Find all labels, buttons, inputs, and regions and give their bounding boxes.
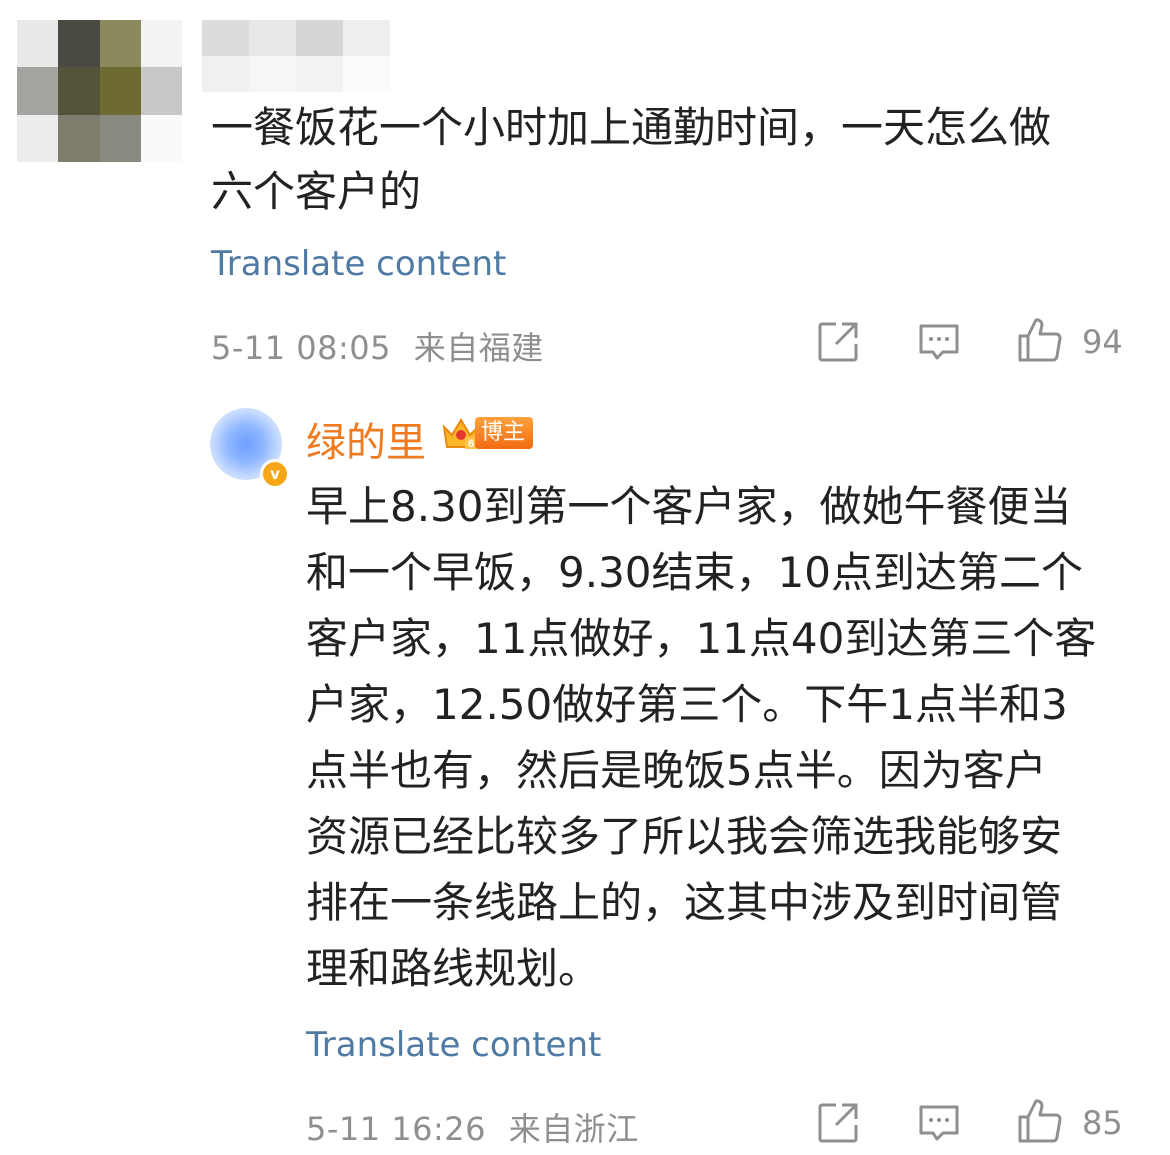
avatar-pixel: [58, 67, 100, 115]
avatar-pixel: [99, 114, 141, 162]
comment-meta: 5-11 08:05 来自福建: [211, 323, 544, 369]
translate-link[interactable]: Translate content: [306, 1025, 601, 1065]
reply-text-line: 早上8.30到第一个客户家，做她午餐便当: [306, 482, 1072, 531]
name-pixel: [296, 20, 343, 56]
name-pixel: [202, 56, 249, 92]
commenter-avatar-pixelated[interactable]: [17, 20, 182, 162]
location: 来自浙江: [508, 1110, 639, 1148]
share-icon: [818, 1103, 858, 1143]
location: 来自福建: [413, 329, 544, 367]
thumbs-up-icon: [1018, 318, 1062, 362]
name-pixel: [202, 20, 249, 56]
name-pixel: [343, 20, 390, 56]
avatar-pixel: [58, 114, 100, 162]
replier-name[interactable]: 绿的里: [306, 410, 426, 468]
reply-text-line: 点半也有，然后是晚饭5点半。因为客户: [306, 746, 1047, 795]
share-icon: [818, 322, 858, 362]
share-button[interactable]: [814, 318, 862, 366]
like-count: 85: [1082, 1104, 1123, 1142]
comment-icon: [919, 1105, 959, 1141]
reply-text-line: 客户家，11点做好，11点40到达第三个客: [306, 614, 1097, 663]
reply-meta: 5-11 16:26 来自浙江: [306, 1104, 639, 1150]
avatar-pixel: [140, 20, 182, 68]
comment-text: 一餐饭花一个小时加上通勤时间，一天怎么做 六个客户的: [211, 96, 1051, 224]
blogger-badge: 6 博主: [441, 415, 534, 451]
verified-badge: v: [260, 459, 290, 489]
like-count: 94: [1082, 323, 1123, 361]
avatar-pixel: [140, 67, 182, 115]
name-pixel: [249, 56, 296, 92]
comment-text-line: 六个客户的: [211, 167, 422, 216]
reply-text-line: 资源已经比较多了所以我会筛选我能够安: [306, 812, 1063, 861]
comment-text-line: 一餐饭花一个小时加上通勤时间，一天怎么做: [211, 103, 1052, 152]
avatar-pixel: [17, 20, 59, 68]
reply-button[interactable]: [915, 318, 963, 366]
like-button[interactable]: [1016, 1097, 1064, 1145]
avatar-pixel: [17, 114, 59, 162]
reply-button[interactable]: [915, 1099, 963, 1147]
name-pixel: [296, 56, 343, 92]
avatar-pixel: [99, 67, 141, 115]
avatar-pixel: [17, 67, 59, 115]
avatar-pixel: [58, 20, 100, 68]
comment-icon: [919, 324, 959, 360]
thumbs-up-icon: [1018, 1099, 1062, 1143]
badge-level: 6: [468, 438, 474, 450]
reply-text-line: 理和路线规划。: [306, 944, 601, 993]
timestamp: 5-11 16:26: [306, 1110, 487, 1148]
reply-text: 早上8.30到第一个客户家，做她午餐便当 和一个早饭，9.30结束，10点到达第二…: [306, 474, 1096, 1002]
timestamp: 5-11 08:05: [211, 329, 392, 367]
share-button[interactable]: [814, 1099, 862, 1147]
reply-text-line: 和一个早饭，9.30结束，10点到达第二个: [306, 548, 1083, 597]
translate-link[interactable]: Translate content: [211, 244, 506, 284]
blogger-badge-label: 博主: [475, 417, 534, 449]
name-pixel: [249, 20, 296, 56]
reply-text-line: 排在一条线路上的，这其中涉及到时间管: [306, 878, 1063, 927]
like-button[interactable]: [1016, 316, 1064, 364]
commenter-name-pixelated[interactable]: [202, 20, 390, 92]
avatar-pixel: [140, 114, 182, 162]
avatar-pixel: [99, 20, 141, 68]
reply-text-line: 户家，12.50做好第三个。下午1点半和3: [306, 680, 1068, 729]
name-pixel: [343, 56, 390, 92]
